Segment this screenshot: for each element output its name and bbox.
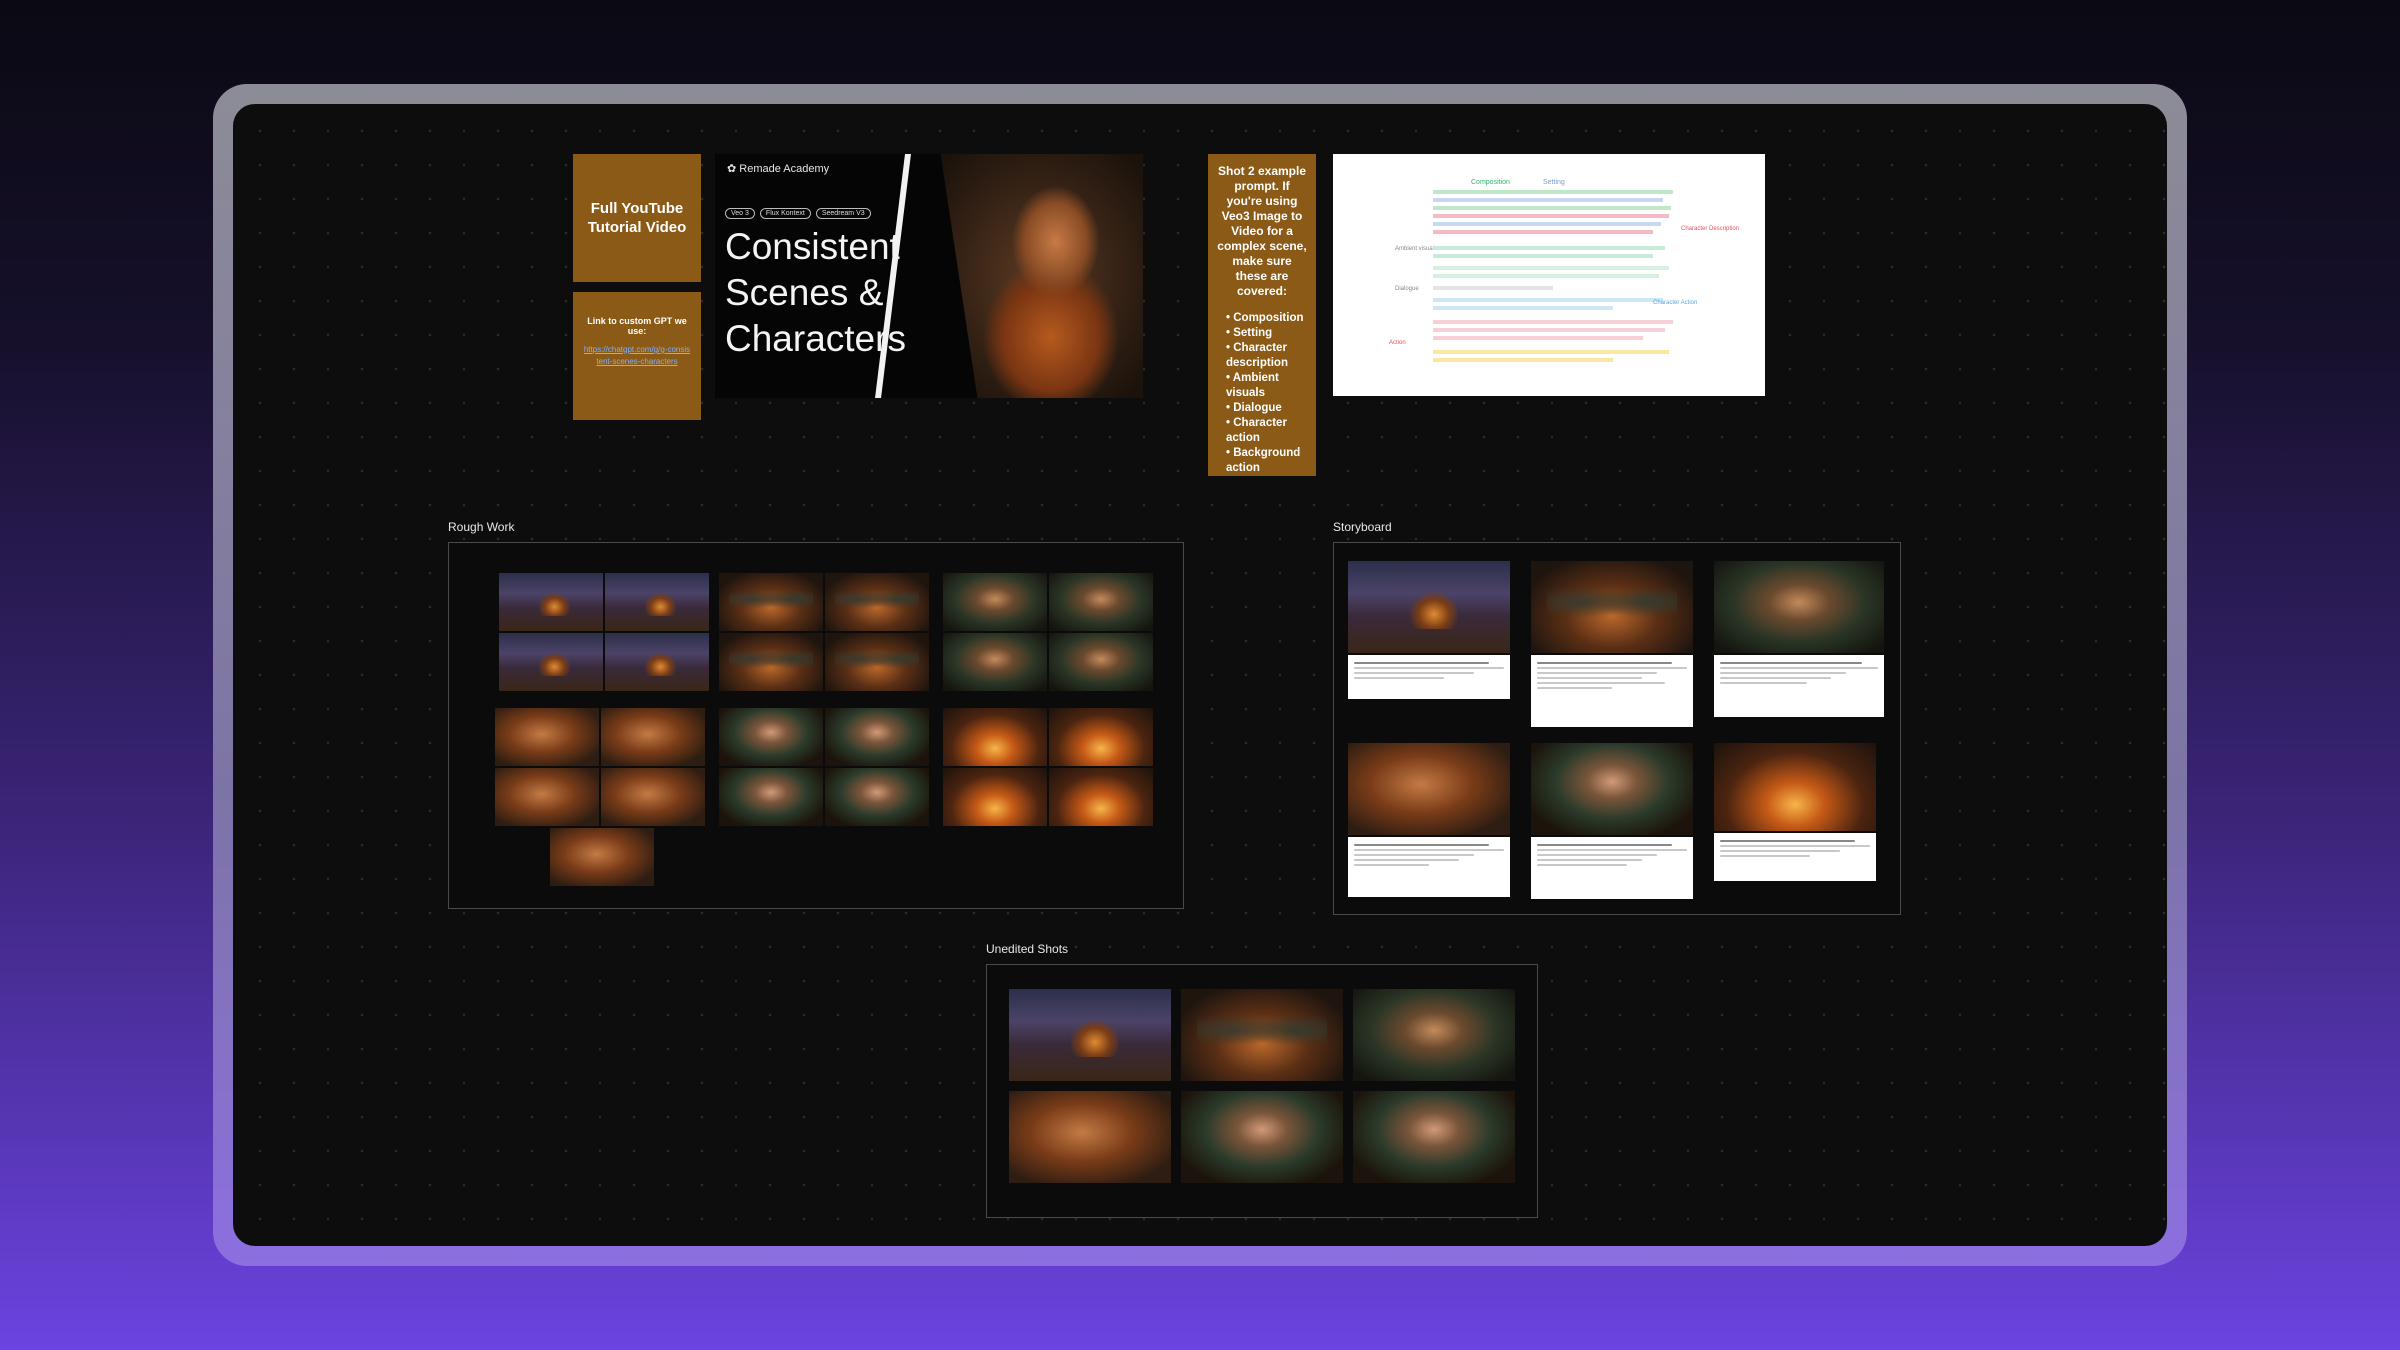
rough-image[interactable]: [943, 633, 1047, 691]
storyboard-image[interactable]: [1531, 743, 1693, 835]
rough-work-board[interactable]: [448, 542, 1184, 909]
rough-image[interactable]: [943, 708, 1047, 766]
tool-pills: Veo 3 Flux Kontext Seedream V3: [725, 208, 871, 219]
dwarf-portrait-image: [940, 154, 1143, 398]
rough-work-label: Rough Work: [448, 520, 515, 534]
rough-image[interactable]: [825, 768, 929, 826]
brand-name: Remade Academy: [739, 163, 830, 175]
shot-image[interactable]: [1009, 989, 1171, 1081]
storyboard-card[interactable]: [1714, 655, 1884, 717]
shot-image[interactable]: [1353, 1091, 1515, 1183]
doc-label-setting: Setting: [1543, 179, 1565, 186]
rough-image[interactable]: [825, 573, 929, 631]
pill-seedream: Seedream V3: [815, 208, 871, 219]
storyboard-card[interactable]: [1531, 655, 1693, 727]
rough-image[interactable]: [943, 768, 1047, 826]
doc-label-dialogue: Dialogue: [1395, 286, 1419, 292]
shot-checklist: Composition Setting Character descriptio…: [1216, 311, 1308, 476]
checklist-item: Dialogue: [1226, 401, 1308, 416]
storyboard-board[interactable]: [1333, 542, 1901, 915]
storyboard-image[interactable]: [1714, 561, 1884, 653]
storyboard-label: Storyboard: [1333, 520, 1392, 534]
shot-prompt-intro: Shot 2 example prompt. If you're using V…: [1217, 164, 1307, 298]
rough-image[interactable]: [495, 708, 599, 766]
doc-label-action: Action: [1389, 340, 1406, 346]
unedited-shots-board[interactable]: [986, 964, 1538, 1218]
storyboard-image[interactable]: [1714, 743, 1876, 831]
rough-image[interactable]: [1049, 633, 1153, 691]
rough-image[interactable]: [1049, 573, 1153, 631]
rough-image[interactable]: [943, 573, 1047, 631]
checklist-item: Character action: [1226, 416, 1308, 446]
storyboard-card[interactable]: [1348, 655, 1510, 699]
brand-logo: ✿ Remade Academy: [727, 163, 830, 175]
rough-image[interactable]: [601, 768, 705, 826]
shot-image[interactable]: [1181, 989, 1343, 1081]
pill-flux: Flux Kontext: [759, 208, 811, 219]
shot-prompt-note[interactable]: Shot 2 example prompt. If you're using V…: [1208, 154, 1316, 476]
youtube-note[interactable]: Full YouTube Tutorial Video: [573, 154, 701, 282]
checklist-item: Setting: [1226, 326, 1308, 341]
doc-label-ambient: Ambient visuals: [1395, 246, 1437, 252]
storyboard-card[interactable]: [1348, 837, 1510, 897]
shot-image[interactable]: [1181, 1091, 1343, 1183]
storyboard-image[interactable]: [1531, 561, 1693, 653]
prompt-document-image[interactable]: Composition Setting Character Descriptio…: [1333, 154, 1765, 396]
checklist-item: Ambient visuals: [1226, 371, 1308, 401]
rough-image[interactable]: [719, 768, 823, 826]
gpt-link-label: Link to custom GPT we use:: [587, 316, 687, 336]
checklist-item: Character description: [1226, 341, 1308, 371]
rough-image[interactable]: [605, 573, 709, 631]
rough-image[interactable]: [719, 573, 823, 631]
rough-image[interactable]: [605, 633, 709, 691]
rough-image[interactable]: [601, 708, 705, 766]
storyboard-image[interactable]: [1348, 561, 1510, 653]
pill-veo: Veo 3: [725, 208, 755, 219]
unedited-shots-label: Unedited Shots: [986, 942, 1069, 956]
checklist-item: Composition: [1226, 311, 1308, 326]
thumbnail-title: Consistent Scenes & Characters: [725, 226, 906, 359]
rough-image[interactable]: [499, 573, 603, 631]
gpt-link-note[interactable]: Link to custom GPT we use: https://chatg…: [573, 292, 701, 420]
youtube-note-text: Full YouTube Tutorial Video: [587, 200, 687, 236]
rough-image[interactable]: [719, 708, 823, 766]
rough-image[interactable]: [495, 768, 599, 826]
storyboard-image[interactable]: [1348, 743, 1510, 835]
rough-image[interactable]: [499, 633, 603, 691]
storyboard-card[interactable]: [1531, 837, 1693, 899]
tutorial-thumbnail[interactable]: ✿ Remade Academy Veo 3 Flux Kontext Seed…: [715, 154, 1143, 398]
rough-image[interactable]: [825, 708, 929, 766]
shot-image[interactable]: [1353, 989, 1515, 1081]
rough-image[interactable]: [825, 633, 929, 691]
rough-image[interactable]: [550, 828, 654, 886]
doc-label-composition: Composition: [1471, 179, 1510, 186]
checklist-item: Background action: [1226, 446, 1308, 476]
rough-image[interactable]: [719, 633, 823, 691]
storyboard-card[interactable]: [1714, 833, 1876, 881]
document-highlights: Composition Setting Character Descriptio…: [1389, 179, 1739, 362]
whiteboard-canvas[interactable]: Full YouTube Tutorial Video Link to cust…: [233, 104, 2167, 1246]
rough-image[interactable]: [1049, 768, 1153, 826]
gpt-link[interactable]: https://chatgpt.com/g/g-consistent-scene…: [583, 344, 691, 368]
rough-image[interactable]: [1049, 708, 1153, 766]
doc-label-character-description: Character Description: [1681, 226, 1739, 232]
doc-label-character-action: Character Action: [1653, 300, 1697, 306]
shot-image[interactable]: [1009, 1091, 1171, 1183]
